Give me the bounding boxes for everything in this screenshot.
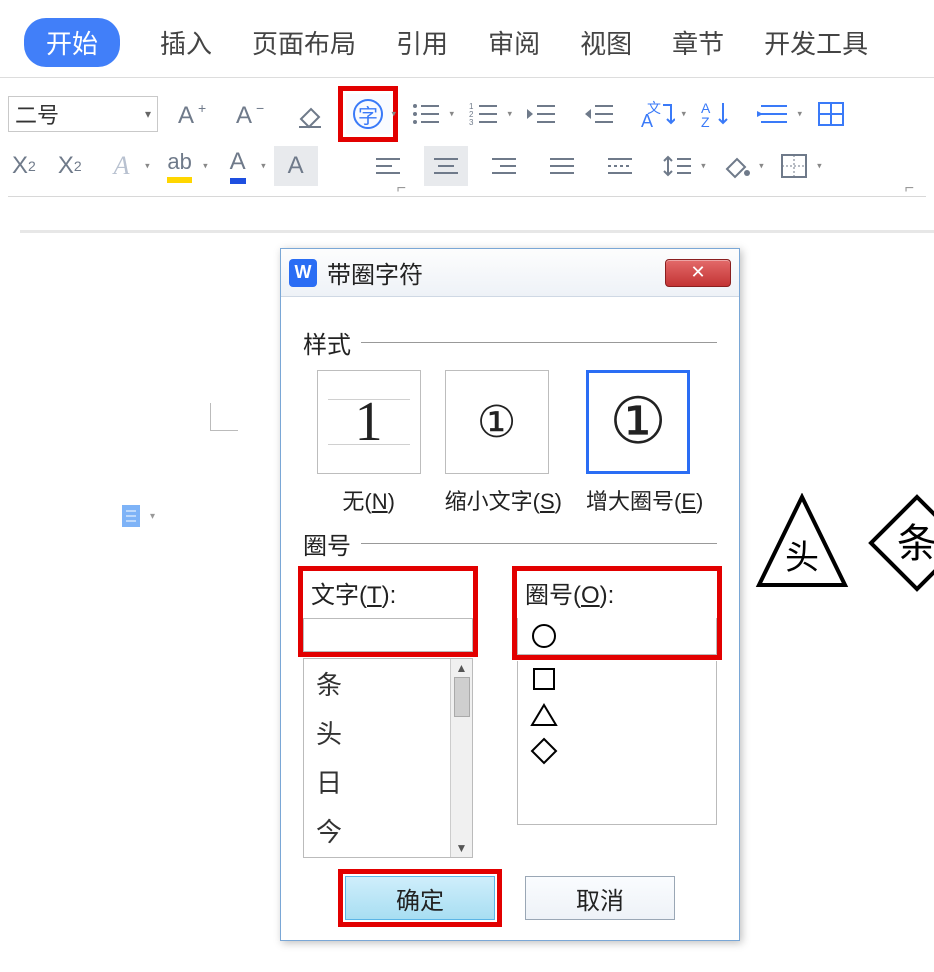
caret-down-icon: ▾	[150, 511, 155, 522]
number-list-button[interactable]: 123▾	[462, 94, 506, 134]
enclosed-character-button[interactable]: 字 ▾	[346, 94, 390, 134]
page-margin-marker	[210, 403, 238, 431]
tab-settings-button[interactable]: ▾	[752, 94, 796, 134]
enclosed-char-icon: 字	[353, 99, 383, 129]
tab-start[interactable]: 开始	[24, 18, 120, 67]
svg-text:A: A	[641, 111, 653, 129]
document-content: 头 条	[755, 493, 934, 593]
dialog-title: 带圈字符	[327, 255, 423, 290]
text-direction-button[interactable]: 文A▾	[636, 94, 680, 134]
section-handle[interactable]: ▾	[120, 503, 155, 529]
indent-increase-button[interactable]	[578, 94, 622, 134]
shape-option-circle[interactable]	[518, 618, 716, 654]
tab-dev[interactable]: 开发工具	[764, 24, 868, 61]
enclose-field-label: 圈号(O):	[517, 571, 622, 614]
tab-layout[interactable]: 页面布局	[252, 24, 356, 61]
list-item[interactable]: 日	[304, 757, 472, 806]
app-logo-icon: W	[289, 259, 317, 287]
subscript-button[interactable]: X2	[54, 146, 86, 186]
svg-text:+: +	[198, 100, 206, 116]
tab-reference[interactable]: 引用	[396, 24, 448, 61]
svg-text:条: 条	[897, 522, 934, 566]
shape-listbox[interactable]	[517, 661, 717, 825]
caret-down-icon: ▾	[391, 109, 396, 120]
cancel-button[interactable]: 取消	[525, 876, 675, 920]
text-listbox[interactable]: 条 头 日 今 ▲ ▼	[303, 658, 473, 858]
text-input[interactable]	[303, 618, 473, 652]
svg-text:A: A	[236, 102, 252, 129]
tab-view[interactable]: 视图	[580, 24, 632, 61]
table-grid-button[interactable]	[810, 94, 854, 134]
shape-option-triangle[interactable]	[518, 697, 716, 733]
align-justify-button[interactable]	[540, 146, 584, 186]
style-section-label: 样式	[303, 325, 717, 360]
align-center-button[interactable]	[424, 146, 468, 186]
style-caption-enlarge: 增大圈号(E)	[586, 484, 703, 516]
dialog-launcher-icon[interactable]: ⌐	[397, 180, 406, 198]
ribbon: 二号 ▾ A+ A− 字 ▾ ▾ 123▾ 文A▾	[0, 77, 934, 203]
tab-review[interactable]: 审阅	[488, 24, 540, 61]
font-effects-button[interactable]: A▾	[100, 146, 144, 186]
svg-text:−: −	[256, 100, 264, 116]
caret-down-icon: ▾	[145, 107, 151, 121]
indent-decrease-button[interactable]	[520, 94, 564, 134]
dialog-titlebar[interactable]: W 带圈字符 ✕	[281, 249, 739, 297]
style-option-enlarge[interactable]: ①	[586, 370, 690, 474]
dialog-launcher-icon[interactable]: ⌐	[905, 180, 914, 198]
style-option-shrink[interactable]: ①	[445, 370, 549, 474]
diamond-enclosed-char: 条	[867, 493, 934, 593]
shrink-font-button[interactable]: A−	[230, 94, 274, 134]
sort-button[interactable]: AZ	[694, 94, 738, 134]
ok-button[interactable]: 确定	[345, 876, 495, 920]
list-item[interactable]: 条	[304, 659, 472, 708]
svg-text:3: 3	[469, 118, 474, 127]
list-item[interactable]: 头	[304, 708, 472, 757]
highlight-color-button[interactable]: ab▾	[158, 146, 202, 186]
style-options: 1 无(N) ① 缩小文字(S) ① 增大圈号(E)	[303, 370, 717, 516]
shape-option-diamond[interactable]	[518, 733, 716, 769]
bullet-list-button[interactable]: ▾	[404, 94, 448, 134]
grow-font-button[interactable]: A+	[172, 94, 216, 134]
scrollbar[interactable]: ▲ ▼	[450, 659, 472, 857]
triangle-enclosed-char: 头	[755, 493, 849, 593]
enclose-section-label: 圈号	[303, 526, 717, 561]
enclosed-character-dialog: W 带圈字符 ✕ 样式 1 无(N) ① 缩小文字(S)	[280, 248, 740, 941]
font-size-select[interactable]: 二号 ▾	[8, 96, 158, 132]
tab-insert[interactable]: 插入	[160, 24, 212, 61]
scroll-up-icon[interactable]: ▲	[456, 661, 468, 675]
align-distribute-button[interactable]	[598, 146, 642, 186]
list-item[interactable]: 今	[304, 806, 472, 855]
close-button[interactable]: ✕	[665, 259, 731, 287]
fill-color-button[interactable]: ▾	[714, 146, 758, 186]
superscript-button[interactable]: X2	[8, 146, 40, 186]
shading-button[interactable]: A	[274, 146, 318, 186]
svg-text:头: 头	[785, 539, 819, 577]
align-right-button[interactable]	[482, 146, 526, 186]
shape-option-square[interactable]	[518, 661, 716, 697]
svg-text:Z: Z	[701, 114, 710, 129]
style-caption-none: 无(N)	[317, 484, 421, 516]
text-field-label: 文字(T):	[303, 571, 404, 614]
scroll-thumb[interactable]	[454, 677, 470, 717]
tab-chapter[interactable]: 章节	[672, 24, 724, 61]
ribbon-tabs: 开始 插入 页面布局 引用 审阅 视图 章节 开发工具	[0, 0, 934, 77]
borders-button[interactable]: ▾	[772, 146, 816, 186]
clear-format-button[interactable]	[288, 94, 332, 134]
scroll-down-icon[interactable]: ▼	[456, 841, 468, 855]
font-color-button[interactable]: A▾	[216, 146, 260, 186]
style-option-none[interactable]: 1	[317, 370, 421, 474]
svg-text:A: A	[178, 102, 194, 129]
line-spacing-button[interactable]: ▾	[656, 146, 700, 186]
style-caption-shrink: 缩小文字(S)	[445, 484, 562, 516]
font-size-value: 二号	[15, 98, 59, 130]
